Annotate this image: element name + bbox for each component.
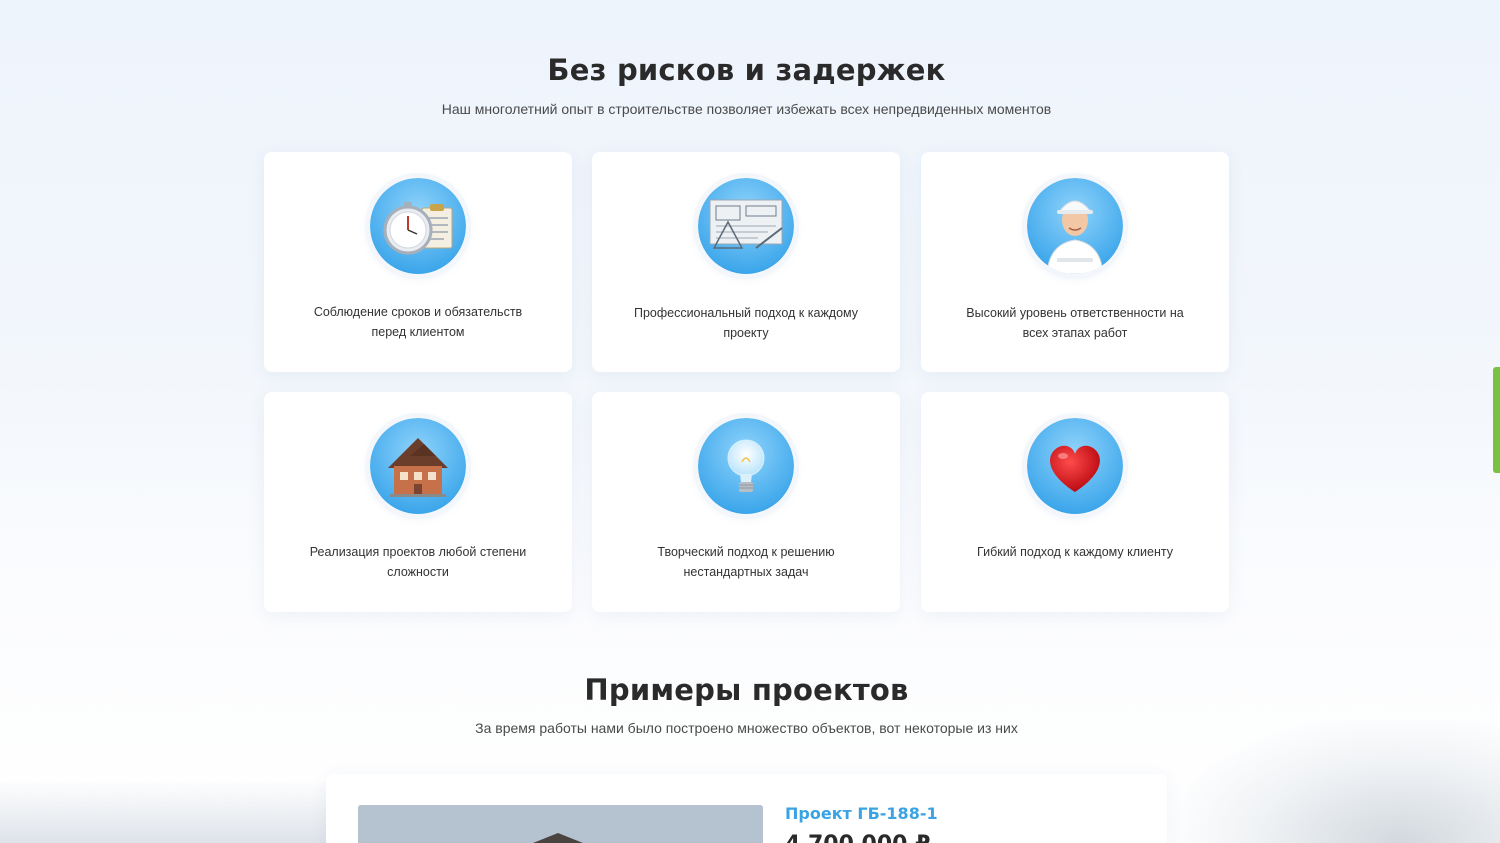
project-price: 4 700 000 ₽	[785, 832, 930, 843]
project-card[interactable]: Проект ГБ-188-1 4 700 000 ₽	[326, 774, 1167, 843]
feature-card-text: Гибкий подход к каждому клиенту	[977, 545, 1173, 559]
background-house-image	[0, 780, 330, 843]
blueprints-icon	[698, 178, 794, 274]
engineer-icon	[1027, 178, 1123, 274]
heart-icon	[1027, 418, 1123, 514]
project-title-link[interactable]: Проект ГБ-188-1	[785, 804, 938, 823]
feature-card-responsibility: Высокий уровень ответственности на всех …	[921, 152, 1229, 372]
feature-card-text: Реализация проектов любой степени сложно…	[309, 545, 527, 579]
feature-card-text: Высокий уровень ответственности на всех …	[966, 306, 1184, 340]
risks-section-subtitle: Наш многолетний опыт в строительстве поз…	[441, 101, 1052, 117]
house-icon	[370, 418, 466, 514]
feature-card-deadlines: Соблюдение сроков и обязательств перед к…	[264, 152, 572, 372]
feature-card-complexity: Реализация проектов любой степени сложно…	[264, 392, 572, 612]
feature-card-flexible: Гибкий подход к каждому клиенту	[921, 392, 1229, 612]
projects-section-title: Примеры проектов	[584, 673, 909, 707]
feature-card-creative: Творческий подход к решению нестандартны…	[592, 392, 900, 612]
risks-section-title: Без рисков и задержек	[547, 53, 946, 87]
feature-card-text: Творческий подход к решению нестандартны…	[657, 545, 835, 579]
lightbulb-icon	[698, 418, 794, 514]
feature-card-text: Профессиональный подход к каждому проект…	[633, 306, 859, 340]
feature-card-professional: Профессиональный подход к каждому проект…	[592, 152, 900, 372]
background-trees-image	[1170, 720, 1500, 843]
scroll-indicator[interactable]	[1493, 367, 1500, 473]
project-photo[interactable]	[358, 805, 763, 843]
feature-card-text: Соблюдение сроков и обязательств перед к…	[313, 305, 523, 339]
projects-section-subtitle: За время работы нами было построено множ…	[475, 720, 1018, 736]
stopwatch-checklist-icon	[370, 178, 466, 274]
